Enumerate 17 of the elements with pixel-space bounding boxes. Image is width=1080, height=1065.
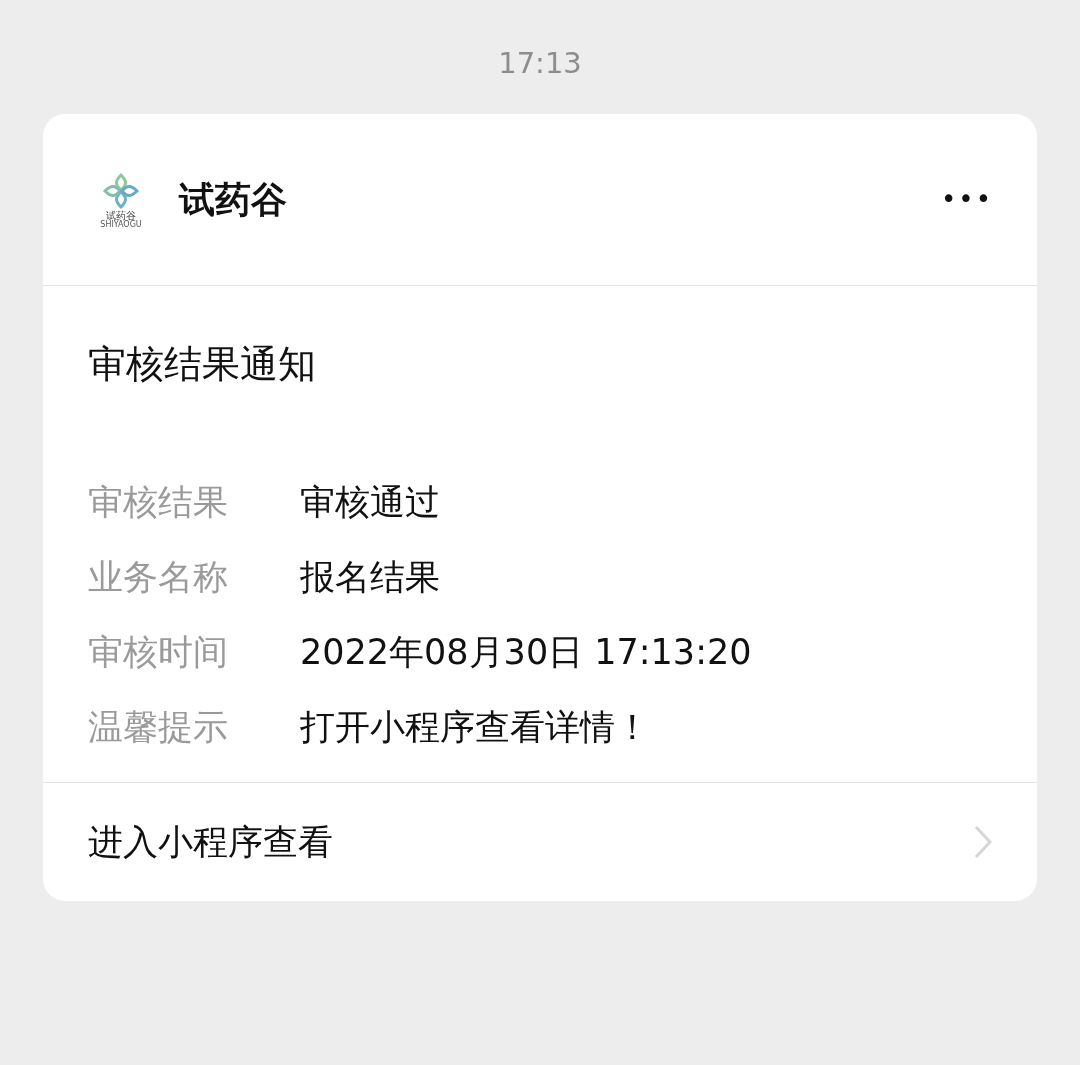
field-value: 打开小程序查看详情！ <box>300 706 650 749</box>
field-value: 2022年08月30日 17:13:20 <box>300 631 752 674</box>
leaf-logo-icon <box>101 170 141 211</box>
field-value: 审核通过 <box>300 481 440 524</box>
timestamp: 17:13 <box>498 46 582 80</box>
open-mini-program-link[interactable]: 进入小程序查看 <box>88 815 333 869</box>
chevron-right-icon <box>973 824 993 860</box>
more-button[interactable]: ••• <box>941 180 993 219</box>
notification-title: 审核结果通知 <box>88 342 316 386</box>
field-value: 报名结果 <box>300 556 440 599</box>
account-name: 试药谷 <box>179 177 287 222</box>
field-label: 业务名称 <box>88 556 229 599</box>
field-label: 温馨提示 <box>88 706 229 749</box>
field-label: 审核时间 <box>88 631 229 674</box>
logo-subtext: SHIYAOGU <box>100 220 142 229</box>
field-label: 审核结果 <box>88 481 229 524</box>
logo-text: 试药谷 <box>106 210 136 221</box>
